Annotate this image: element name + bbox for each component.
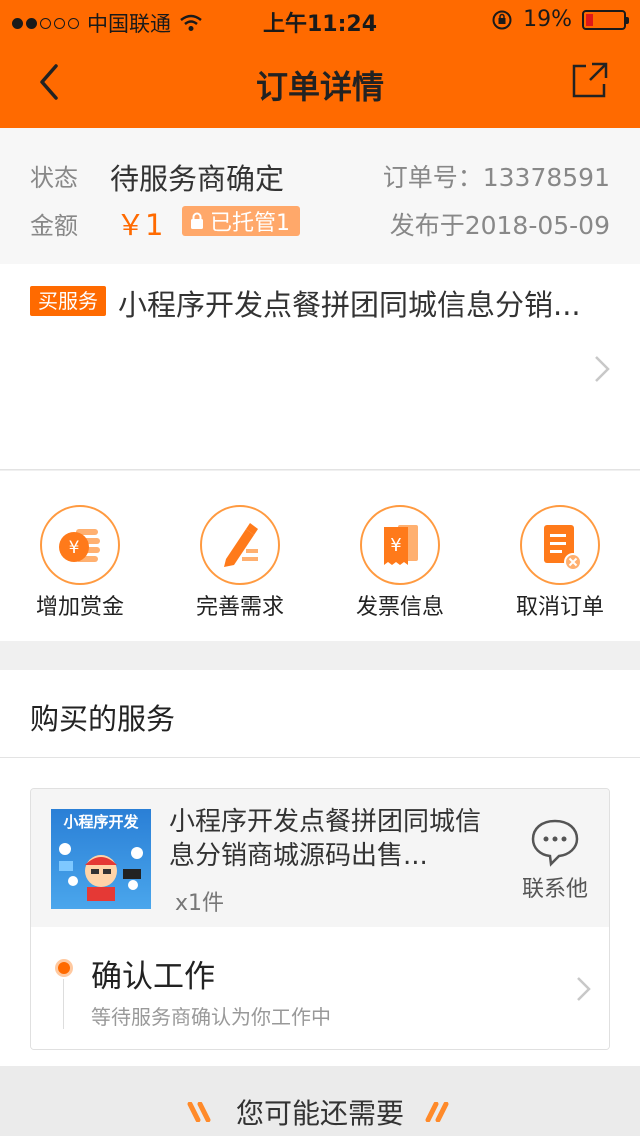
nav-bar: 订单详情	[0, 40, 640, 128]
page-title: 订单详情	[255, 68, 384, 106]
service-title: 小程序开发点餐拼团同城信息分销...	[118, 288, 581, 322]
add-bounty-button[interactable]: ¥ 增加赏金	[0, 471, 160, 641]
invoice-icon: ¥	[360, 505, 440, 585]
product-name: 小程序开发点餐拼团同城信息分销商城源码出售...	[169, 807, 482, 871]
contact-label: 联系他	[521, 877, 588, 902]
bought-section-header: 购买的服务	[0, 670, 640, 758]
share-icon[interactable]	[570, 60, 610, 100]
chat-bubble-icon	[531, 819, 579, 867]
contact-button[interactable]: 联系他	[517, 815, 593, 905]
step-dot-icon	[55, 959, 73, 977]
escrow-badge: 已托管1	[182, 206, 300, 236]
battery-fill	[586, 13, 593, 26]
action-label: 增加赏金	[35, 595, 124, 620]
order-number: 订单号：13378591	[382, 163, 610, 192]
status-label: 状态	[30, 164, 78, 192]
battery-percent: 19%	[523, 7, 572, 32]
product-row[interactable]: 小程序开发 小程序开发点餐拼团同城信息分销商城源码出售... x1件 联系他	[31, 789, 609, 927]
status-bar: 中国联通 上午11:24 19%	[0, 0, 640, 40]
bought-heading: 购买的服务	[30, 702, 176, 736]
product-thumbnail: 小程序开发	[51, 809, 151, 909]
cancel-order-button[interactable]: 取消订单	[480, 471, 640, 641]
chevron-right-icon	[595, 356, 610, 382]
amount-label: 金额	[30, 212, 78, 240]
progress-row[interactable]: 确认工作 等待服务商确认为你工作中	[31, 927, 609, 1049]
suggestion-title: 您可能还需要	[235, 1097, 404, 1130]
action-row: ¥ 增加赏金 完善需求 ¥ 发票信息 取消订单	[0, 471, 640, 641]
service-card: 小程序开发 小程序开发点餐拼团同城信息分销商城源码出售... x1件 联系他 确…	[30, 788, 610, 1050]
action-label: 取消订单	[515, 595, 604, 620]
battery-icon	[582, 9, 629, 30]
chevron-right-icon	[577, 977, 591, 1001]
thumbnail-illustration	[59, 843, 143, 901]
suggestion-header: 您可能还需要	[0, 1066, 640, 1136]
step-line	[63, 979, 64, 1029]
orientation-lock-icon	[492, 10, 512, 29]
cancel-order-icon	[520, 505, 600, 585]
decor-slash-right-icon	[425, 1102, 449, 1122]
escrow-text: 已托管1	[210, 211, 290, 236]
step-title: 确认工作	[91, 959, 215, 995]
invoice-info-button[interactable]: ¥ 发票信息	[320, 471, 480, 641]
product-quantity: x1件	[175, 891, 225, 916]
amount-value: ￥1	[116, 208, 164, 242]
action-label: 发票信息	[355, 595, 444, 620]
service-summary[interactable]: 买服务 小程序开发点餐拼团同城信息分销...	[0, 264, 640, 470]
svg-text:¥: ¥	[390, 535, 401, 556]
status-value: 待服务商确定	[110, 162, 285, 196]
lock-icon	[191, 212, 203, 229]
action-label: 完善需求	[195, 595, 284, 620]
edit-doc-icon	[200, 505, 280, 585]
svg-text:¥: ¥	[69, 538, 80, 558]
published-date: 发布于2018-05-09	[389, 211, 610, 240]
coin-stack-icon: ¥	[40, 505, 120, 585]
status-right: 19%	[491, 7, 629, 32]
service-type-tag: 买服务	[30, 286, 106, 316]
header: 中国联通 上午11:24 19% 订单详情	[0, 0, 640, 128]
order-info: 状态 待服务商确定 订单号：13378591 金额 ￥1 已托管1 发布于201…	[0, 128, 640, 264]
step-subtitle: 等待服务商确认为你工作中	[91, 1005, 331, 1029]
edit-requirement-button[interactable]: 完善需求	[160, 471, 320, 641]
bought-section: 小程序开发 小程序开发点餐拼团同城信息分销商城源码出售... x1件 联系他 确…	[0, 758, 640, 1066]
